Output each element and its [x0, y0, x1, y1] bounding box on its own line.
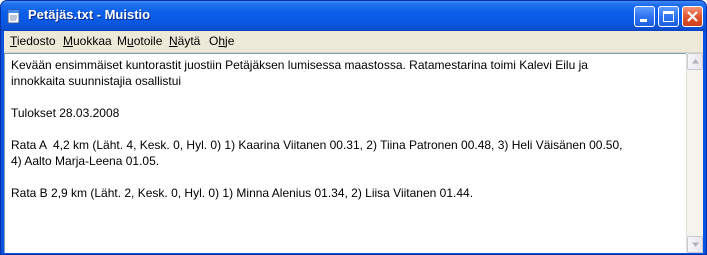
vertical-scrollbar[interactable]: [686, 53, 703, 253]
menu-bar: Tiedosto Muokkaa Muotoile Näytä Ohje: [4, 31, 703, 53]
close-icon: [687, 11, 698, 22]
menu-tiedosto[interactable]: Tiedosto: [9, 34, 57, 48]
menu-nayta[interactable]: Näytä: [168, 34, 201, 48]
maximize-button[interactable]: [658, 6, 679, 27]
document-text[interactable]: Kevään ensimmäiset kuntorastit juostiin …: [11, 57, 683, 201]
title-bar[interactable]: Petäjäs.txt - Muistio: [1, 1, 706, 31]
menu-muotoile[interactable]: Muotoile: [116, 34, 163, 48]
minimize-icon: [640, 19, 647, 22]
window-frame-right: [703, 31, 706, 254]
text-editor[interactable]: Kevään ensimmäiset kuntorastit juostiin …: [4, 53, 686, 253]
notepad-icon[interactable]: [7, 8, 21, 24]
text-line: Tulokset 28.03.2008: [11, 106, 120, 120]
minimize-button[interactable]: [634, 6, 655, 27]
text-line: Kevään ensimmäiset kuntorastit juostiin …: [11, 58, 588, 72]
text-line: 4) Aalto Marja-Leena 01.05.: [11, 154, 160, 168]
arrow-down-icon: [692, 242, 699, 247]
text-line: [11, 121, 683, 137]
text-line: Rata B 2,9 km (Läht. 2, Kesk. 0, Hyl. 0)…: [11, 186, 474, 200]
arrow-up-icon: [692, 59, 699, 64]
text-line: [11, 89, 683, 105]
window-title: Petäjäs.txt - Muistio: [28, 7, 151, 22]
text-line: innokkaita suunnistajia osallistui: [11, 74, 182, 88]
menu-muokkaa[interactable]: Muokkaa: [62, 34, 113, 48]
text-line: Rata A 4,2 km (Läht. 4, Kesk. 0, Hyl. 0)…: [11, 138, 623, 152]
text-line: [11, 169, 683, 185]
notepad-window: Petäjäs.txt - Muistio Tiedosto Muokkaa M…: [0, 0, 707, 255]
maximize-icon: [663, 11, 674, 22]
scroll-down-button[interactable]: [687, 236, 703, 253]
close-button[interactable]: [682, 6, 703, 27]
menu-ohje[interactable]: Ohje: [208, 34, 235, 48]
scroll-up-button[interactable]: [687, 53, 703, 70]
